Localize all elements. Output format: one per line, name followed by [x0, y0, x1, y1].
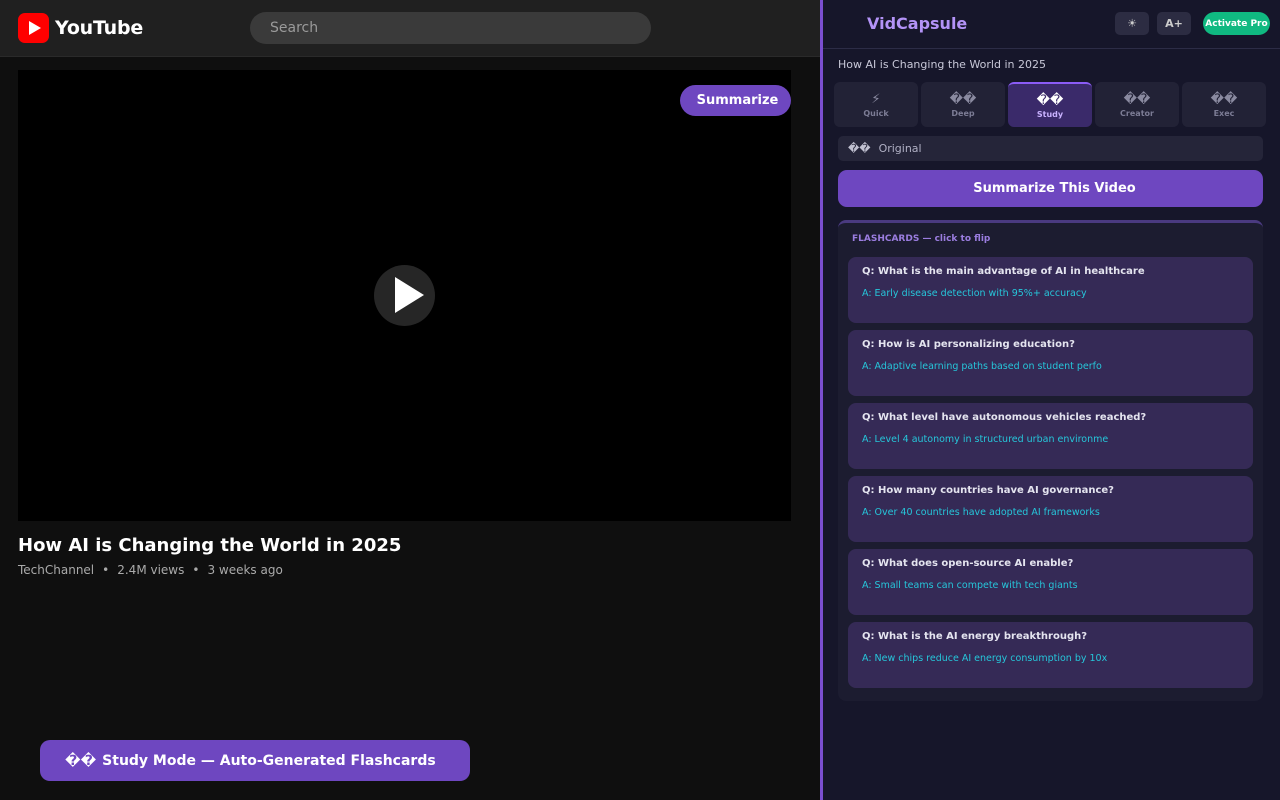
tab-exec-icon: �� [1210, 91, 1238, 107]
meta-separator: • [192, 563, 200, 577]
panel-video-title: How AI is Changing the World in 2025 [838, 58, 1046, 71]
flashcard-answer: A: New chips reduce AI energy consumptio… [862, 653, 1108, 664]
flashcard-question: Q: How many countries have AI governance… [862, 485, 1114, 496]
tab-label: Quick [863, 108, 889, 118]
flashcard-answer: A: Level 4 autonomy in structured urban … [862, 434, 1109, 445]
flashcard-question: Q: What is the main advantage of AI in h… [862, 266, 1145, 277]
tab-study-icon: �� [1036, 92, 1064, 108]
search-input[interactable] [250, 12, 651, 44]
tab-study[interactable]: �� Study [1008, 82, 1092, 127]
channel-name[interactable]: TechChannel [18, 563, 94, 577]
meta-separator: • [102, 563, 110, 577]
summarize-video-label: Summarize This Video [973, 181, 1136, 196]
study-mode-banner[interactable]: �� Study Mode — Auto-Generated Flashcard… [40, 740, 470, 781]
tab-deep-icon: �� [949, 91, 977, 107]
font-size-button[interactable]: A+ [1157, 12, 1191, 35]
tab-label: Study [1036, 109, 1064, 119]
tab-deep[interactable]: �� Deep [921, 82, 1005, 127]
theme-toggle-button[interactable]: ☀ [1115, 12, 1149, 35]
language-value: Original [878, 142, 922, 155]
tab-exec[interactable]: �� Exec [1182, 82, 1266, 127]
flashcard-question: Q: How is AI personalizing education? [862, 339, 1075, 350]
video-player[interactable]: Summarize [18, 70, 791, 521]
youtube-logo[interactable]: YouTube [18, 13, 143, 43]
language-select[interactable]: �� Original [838, 136, 1263, 161]
language-icon: �� [848, 142, 871, 155]
youtube-header: YouTube [0, 0, 820, 57]
overlay-summarize-label: Summarize [696, 93, 779, 108]
flashcard-answer: A: Over 40 countries have adopted AI fra… [862, 507, 1100, 518]
view-count: 2.4M views [117, 563, 185, 577]
study-mode-icon: �� [65, 752, 97, 769]
youtube-play-logo-icon [18, 13, 49, 43]
flashcard-answer: A: Small teams can compete with tech gia… [862, 580, 1078, 591]
youtube-page: YouTube Summarize How AI is Changing the… [0, 0, 820, 800]
tab-label: Exec [1213, 108, 1235, 118]
flashcards-panel: FLASHCARDS — click to flip Q: What is th… [838, 220, 1263, 701]
tab-creator[interactable]: �� Creator [1095, 82, 1179, 127]
summarize-video-button[interactable]: Summarize This Video [838, 170, 1263, 207]
vidcapsule-panel: VidCapsule ☀ A+ Activate Pro How AI is C… [820, 0, 1280, 800]
upload-age: 3 weeks ago [207, 563, 283, 577]
flashcard-answer: A: Early disease detection with 95%+ acc… [862, 288, 1087, 299]
tab-label: Deep [951, 108, 975, 118]
flashcard-question: Q: What is the AI energy breakthrough? [862, 631, 1088, 642]
flashcard[interactable]: Q: How many countries have AI governance… [848, 476, 1253, 542]
flashcard-answer: A: Adaptive learning paths based on stud… [862, 361, 1102, 372]
video-meta: TechChannel • 2.4M views • 3 weeks ago [18, 563, 283, 577]
vidcapsule-header: VidCapsule ☀ A+ Activate Pro [823, 0, 1280, 49]
flashcards-heading: FLASHCARDS — click to flip [852, 234, 991, 244]
flashcard[interactable]: Q: What does open-source AI enable? A: Sm… [848, 549, 1253, 615]
flashcard[interactable]: Q: What is the main advantage of AI in h… [848, 257, 1253, 323]
flashcard[interactable]: Q: What level have autonomous vehicles r… [848, 403, 1253, 469]
tab-quick[interactable]: ⚡ Quick [834, 82, 918, 127]
youtube-logo-text: YouTube [55, 17, 144, 39]
play-button[interactable] [374, 265, 435, 326]
study-mode-label: Study Mode — Auto-Generated Flashcards [102, 752, 436, 769]
tab-creator-icon: �� [1123, 91, 1151, 107]
activate-pro-button[interactable]: Activate Pro [1203, 12, 1270, 35]
flashcard[interactable]: Q: How is AI personalizing education? A: … [848, 330, 1253, 396]
summary-mode-tabs: ⚡ Quick �� Deep �� Study �� Creator �� Exec [834, 82, 1267, 127]
overlay-summarize-button[interactable]: Summarize [680, 85, 791, 116]
flashcard[interactable]: Q: What is the AI energy breakthrough? A:… [848, 622, 1253, 688]
flashcard-question: Q: What does open-source AI enable? [862, 558, 1074, 569]
tab-label: Creator [1120, 108, 1154, 118]
flashcard-question: Q: What level have autonomous vehicles r… [862, 412, 1147, 423]
tab-quick-icon: ⚡ [871, 91, 881, 107]
vidcapsule-title: VidCapsule [867, 14, 968, 33]
app-root: YouTube Summarize How AI is Changing the… [0, 0, 1280, 800]
video-title: How AI is Changing the World in 2025 [18, 535, 402, 556]
